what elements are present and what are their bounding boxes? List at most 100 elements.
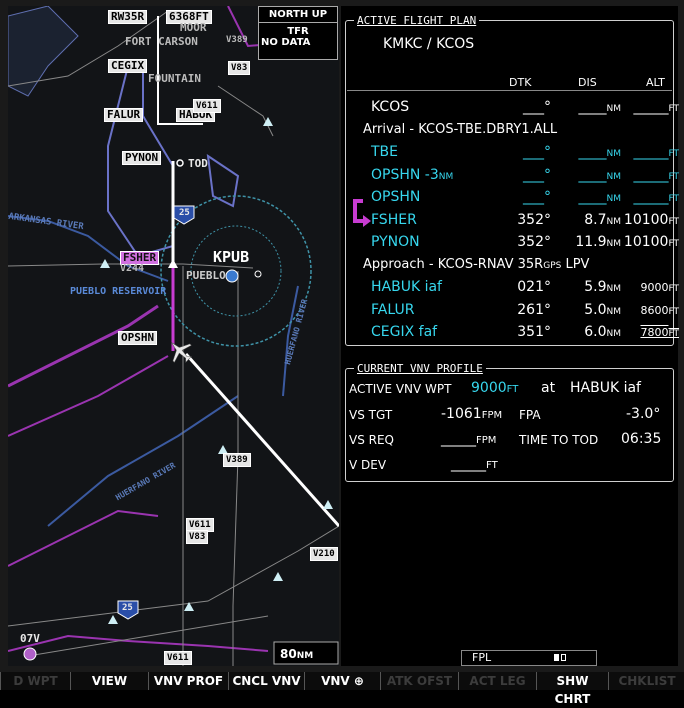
fpl-page-bar: FPL	[461, 650, 597, 666]
dis-cell-unit: NM	[606, 194, 622, 204]
fpl-section-header[interactable]: Approach - KCOS-RNAV 35RGPS LPV	[341, 254, 678, 276]
waypoint-name: CEGIX faf	[371, 324, 438, 340]
dtk-cell: ___°	[491, 144, 551, 160]
dis-cell-unit: NM	[606, 216, 622, 227]
dtk-cell: 261°	[491, 302, 551, 318]
vnv-active-alt-value: 9000	[471, 380, 507, 396]
label-v210: V210	[310, 547, 338, 561]
dis-cell: ____NM	[551, 99, 622, 115]
label-07v[interactable]: 07V	[20, 633, 40, 645]
label-v389-top: V389	[226, 35, 248, 45]
label-kpub[interactable]: KPUB	[213, 250, 249, 265]
softkey-view[interactable]: VIEW	[70, 672, 148, 690]
alt-cell-unit: FT	[668, 194, 679, 204]
alt-cell-unit: FT	[668, 306, 679, 317]
page-indicator-active	[554, 654, 559, 661]
tod-label: TIME TO TOD	[519, 433, 599, 447]
fpa-label: FPA	[519, 408, 541, 422]
fpl-waypoint-row[interactable]: TBE ___° ____NM _____FT	[341, 141, 679, 163]
vnv-at: at	[541, 380, 556, 396]
map-range[interactable]: 80NM	[280, 647, 313, 661]
navigation-map[interactable]: NORTH UP TFR NO DATA RW35R 6368FT MOOR F…	[8, 6, 339, 666]
fpl-section-header[interactable]: Arrival - KCOS-TBE.DBRY1.ALL	[341, 119, 678, 141]
dis-cell-unit: NM	[606, 306, 622, 317]
fpl-waypoint-row[interactable]: OPSHN -3NM ___° ____NM _____FT	[341, 164, 679, 186]
alt-cell-unit: FT	[668, 171, 679, 182]
fpl-waypoint-row[interactable]: KCOS ___° ____NM _____FT	[341, 96, 679, 118]
dtk-cell-value: ___°	[523, 189, 551, 205]
label-fort-carson: FORT CARSON	[125, 35, 198, 48]
vs-tgt-label: VS TGT	[349, 408, 393, 422]
dtk-cell-value: 352°	[517, 211, 551, 228]
alt-cell: _____FT	[621, 167, 679, 183]
softkey-cncl-vnv[interactable]: CNCL VNV	[228, 672, 304, 690]
label-v389-mid: V389	[223, 453, 251, 467]
softkey-vnv-prof[interactable]: VNV PROF	[148, 672, 228, 690]
fpl-waypoint-row[interactable]: HABUK iaf 021° 5.9NM 9000FT	[341, 276, 679, 298]
map-range-value: 80	[280, 647, 297, 661]
alt-cell-value: 9000	[640, 281, 669, 294]
alt-cell: 8600FT	[621, 302, 679, 318]
label-pynon[interactable]: PYNON	[122, 151, 162, 165]
vs-tgt-value: -1061	[441, 406, 482, 422]
label-moor: MOOR	[180, 21, 207, 34]
softkey-d-wpt[interactable]: D WPT	[0, 672, 70, 690]
fpl-waypoint-row[interactable]: FSHER 352° 8.7NM 10100FT	[341, 209, 679, 231]
softkey-shw-chrt[interactable]: SHW CHRT	[536, 672, 608, 706]
fix-fsher	[168, 259, 178, 268]
navaid-symbol	[254, 270, 262, 278]
dis-cell: ____NM	[551, 144, 622, 160]
alt-cell: 10100FT	[621, 212, 679, 228]
dtk-cell-value: ___°	[523, 99, 551, 115]
vnv-profile-title: CURRENT VNV PROFILE	[354, 362, 486, 375]
softkey-chklist[interactable]: CHKLIST	[608, 672, 684, 690]
tod-value: 06:35	[621, 431, 662, 447]
dis-cell-unit: NM	[606, 171, 622, 182]
waypoint-name: OPSHN	[371, 189, 421, 205]
dis-cell: 11.9NM	[551, 234, 621, 250]
dtk-cell-value: ___°	[523, 144, 551, 160]
softkey-act-leg[interactable]: ACT LEG	[458, 672, 536, 690]
active-leg-arrow-icon	[353, 199, 371, 227]
fix-triangle	[108, 615, 118, 624]
route-leg-departure	[184, 353, 339, 527]
label-rw35r[interactable]: RW35R	[108, 10, 148, 24]
dis-cell-unit: NM	[606, 104, 622, 114]
terrain-area	[8, 6, 79, 97]
dis-cell-value: 11.9	[575, 234, 607, 250]
label-cegix[interactable]: CEGIX	[108, 59, 148, 73]
label-opshn[interactable]: OPSHN	[118, 331, 158, 345]
vnv-active-alt-unit: FT	[506, 384, 519, 395]
page-indicator-inactive	[561, 654, 566, 661]
fpl-waypoint-row[interactable]: OPSHN ___° ____NM _____FT	[341, 186, 679, 208]
label-pueblo-reservoir: PUEBLO RESERVOIR	[70, 286, 167, 297]
vs-req-unit: FPM	[476, 435, 497, 446]
alt-cell-unit: FT	[668, 104, 679, 114]
softkey-atk-ofst[interactable]: ATK OFST	[380, 672, 458, 690]
fpl-waypoint-row[interactable]: PYNON 352° 11.9NM 10100FT	[341, 231, 679, 253]
vs-tgt-unit: FPM	[481, 410, 503, 421]
softkey-vnv[interactable]: VNV ⊕	[304, 672, 380, 690]
dtk-cell: 021°	[491, 279, 551, 295]
dtk-cell-value: ___°	[523, 166, 551, 183]
fpl-page-label: FPL	[472, 651, 492, 664]
section-title: Arrival - KCOS-TBE.DBRY1.ALL	[363, 121, 558, 137]
label-v244: V244	[120, 263, 145, 274]
map-orientation[interactable]: NORTH UP	[258, 6, 338, 23]
dis-cell: ____NM	[551, 189, 622, 205]
alt-cell-value: 10100	[623, 211, 669, 228]
fpl-waypoint-row[interactable]: CEGIX faf 351° 6.0NM 7800FT	[341, 321, 679, 343]
dis-cell-value: 5.0	[584, 301, 607, 318]
label-v83-low: V83	[186, 530, 209, 544]
airport-kpub-symbol	[225, 269, 239, 283]
vs-req: _____FPM	[441, 431, 496, 447]
alt-cell-value: 7800	[640, 326, 669, 339]
dtk-cell: ___°	[491, 189, 551, 205]
vs-req-label: VS REQ	[349, 433, 395, 447]
label-falur[interactable]: FALUR	[104, 108, 144, 122]
waypoint-name-unit: NM	[438, 171, 454, 182]
vdev-label: V DEV	[349, 458, 387, 472]
fpa-value: -3.0°	[626, 406, 661, 422]
fpl-waypoint-row[interactable]: FALUR 261° 5.0NM 8600FT	[341, 299, 679, 321]
alt-cell-value: 10100	[623, 234, 669, 250]
